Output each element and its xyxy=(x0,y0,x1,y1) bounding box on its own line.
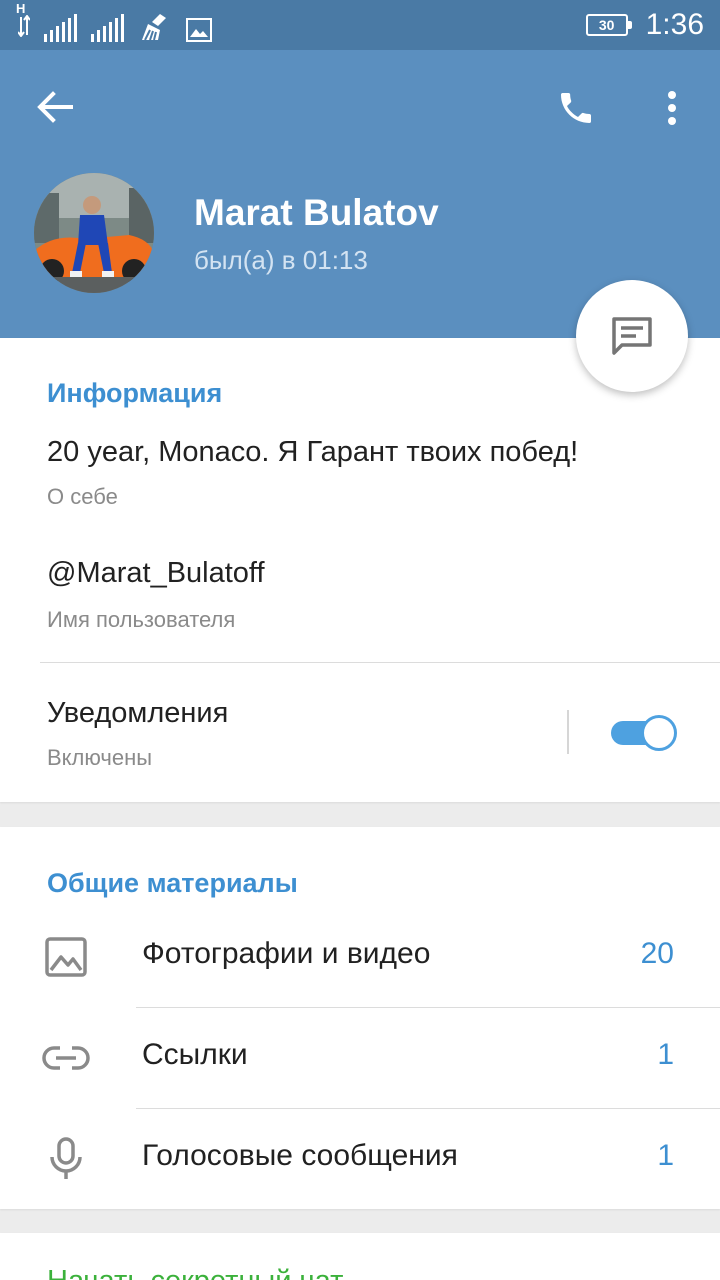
info-divider xyxy=(40,662,720,663)
send-message-button[interactable] xyxy=(576,280,688,392)
status-bar-right: 30 1:36 xyxy=(585,0,704,50)
clock: 1:36 xyxy=(645,8,704,41)
start-secret-chat-button[interactable]: Начать секретный чат xyxy=(47,1265,343,1280)
shared-media-card: Общие материалы Фотографии и видео 20 Сс… xyxy=(0,827,720,1209)
bio-text[interactable]: 20 year, Monaco. Я Гарант твоих побед! xyxy=(47,436,578,469)
status-bar-left: H xyxy=(16,1,212,42)
info-card: Информация 20 year, Monaco. Я Гарант тво… xyxy=(0,338,720,802)
notifications-status: Включены xyxy=(47,745,153,770)
photo-icon xyxy=(40,933,92,981)
network-type: H xyxy=(16,1,26,16)
battery-level: 30 xyxy=(598,17,615,33)
arrow-left-icon xyxy=(37,91,73,123)
profile-screen: H 30 1:36 Marat Bulatov был(а) в 01:13 И… xyxy=(0,0,720,1280)
info-section-title: Информация xyxy=(47,378,223,408)
image-notification-icon xyxy=(186,18,212,42)
media-row-label: Ссылки xyxy=(142,1038,248,1071)
mic-icon xyxy=(40,1135,92,1183)
link-icon xyxy=(40,1034,92,1082)
media-row-photos[interactable]: Фотографии и видео 20 xyxy=(0,907,720,1007)
message-icon xyxy=(612,317,652,355)
shared-media-section-title: Общие материалы xyxy=(47,868,298,898)
back-button[interactable] xyxy=(22,82,88,132)
last-seen-status: был(а) в 01:13 xyxy=(194,245,368,275)
username-label: Имя пользователя xyxy=(47,607,236,632)
avatar-photo xyxy=(34,173,154,293)
media-row-label: Фотографии и видео xyxy=(142,937,431,970)
notifications-toggle[interactable] xyxy=(609,713,679,753)
battery-icon: 30 xyxy=(585,14,632,36)
call-button[interactable] xyxy=(546,80,606,136)
secret-chat-card: Начать секретный чат xyxy=(0,1233,720,1280)
more-options-button[interactable] xyxy=(648,80,696,136)
media-row-label: Голосовые сообщения xyxy=(142,1139,458,1172)
media-row-count: 1 xyxy=(657,1139,674,1172)
network-indicator: H xyxy=(16,1,31,42)
cleaner-broom-icon xyxy=(142,14,166,41)
toggle-knob xyxy=(641,715,677,751)
notifications-label[interactable]: Уведомления xyxy=(47,697,228,730)
contact-name: Marat Bulatov xyxy=(194,192,439,233)
media-row-count: 20 xyxy=(640,937,674,970)
media-row-links[interactable]: Ссылки 1 xyxy=(0,1008,720,1108)
data-arrows-icon xyxy=(17,14,31,38)
username-text[interactable]: @Marat_Bulatoff xyxy=(47,557,265,590)
signal-strength-2-icon xyxy=(91,14,124,42)
media-row-count: 1 xyxy=(657,1038,674,1071)
avatar[interactable] xyxy=(34,173,154,293)
signal-strength-icon xyxy=(44,14,77,42)
more-vertical-icon xyxy=(668,91,676,125)
media-row-voice[interactable]: Голосовые сообщения 1 xyxy=(0,1109,720,1209)
status-bar: H 30 1:36 xyxy=(0,0,720,50)
notifications-separator xyxy=(567,710,569,754)
phone-icon xyxy=(561,93,591,123)
bio-label: О себе xyxy=(47,484,118,509)
